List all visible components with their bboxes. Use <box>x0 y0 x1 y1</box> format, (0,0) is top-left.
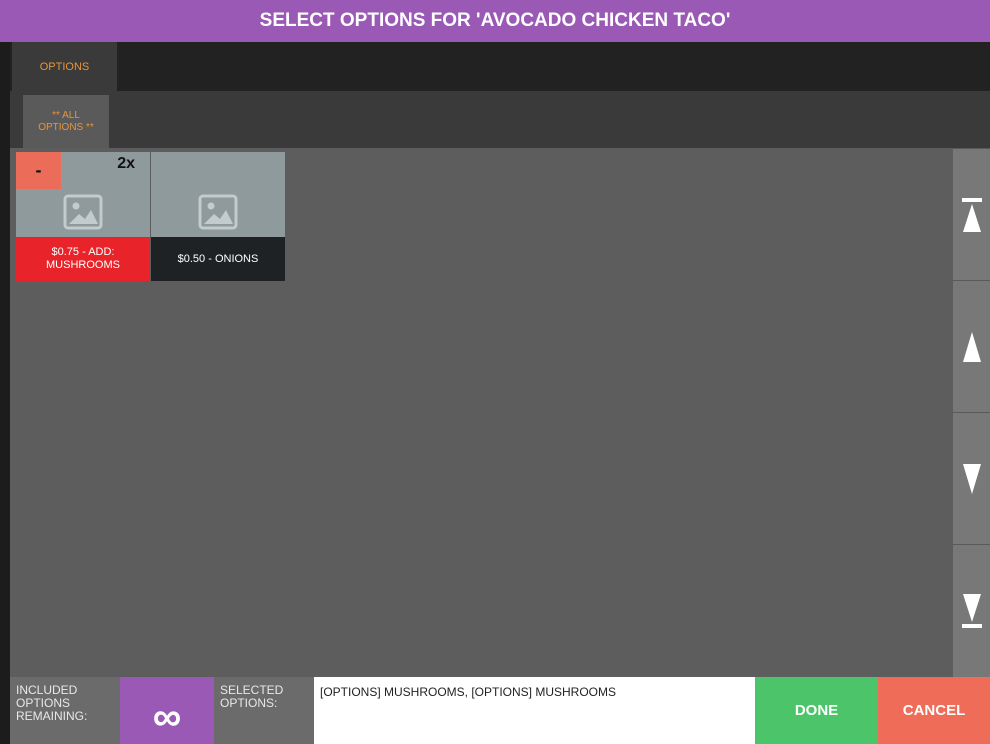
decrease-quantity-button[interactable]: - <box>16 152 61 189</box>
subtab-all-options[interactable]: ** ALL OPTIONS ** <box>23 95 109 148</box>
done-button[interactable]: DONE <box>755 677 878 744</box>
option-card-mushrooms[interactable]: - 2x $0.75 - ADD: MUSHROOMS <box>16 152 150 281</box>
scroll-to-bottom-button[interactable] <box>953 544 990 677</box>
dialog-title: SELECT OPTIONS FOR 'AVOCADO CHICKEN TACO… <box>0 0 990 42</box>
cancel-button[interactable]: CANCEL <box>878 677 990 744</box>
category-tab-bar: OPTIONS <box>10 42 990 91</box>
tab-options[interactable]: OPTIONS <box>12 42 117 91</box>
image-placeholder-icon <box>63 194 103 230</box>
options-grid: - 2x $0.75 - ADD: MUSHROOMS $0.50 - ONIO… <box>10 148 953 677</box>
option-caption: $0.50 - ONIONS <box>151 237 285 281</box>
scroll-to-top-icon <box>961 197 982 232</box>
scroll-down-icon <box>962 463 981 494</box>
quantity-badge: 2x <box>117 155 135 172</box>
scroll-up-button[interactable] <box>953 280 990 412</box>
image-placeholder-icon <box>198 194 238 230</box>
scroll-up-icon <box>962 331 981 362</box>
subcategory-tab-bar: ** ALL OPTIONS ** <box>10 91 990 148</box>
selected-options-display: [OPTIONS] MUSHROOMS, [OPTIONS] MUSHROOMS <box>314 677 755 744</box>
footer-bar: INCLUDED OPTIONS REMAINING: ∞ SELECTED O… <box>10 677 990 744</box>
included-options-label: INCLUDED OPTIONS REMAINING: <box>10 677 120 744</box>
scroll-down-button[interactable] <box>953 412 990 544</box>
scroll-controls <box>953 148 990 677</box>
left-frame-border <box>0 42 10 744</box>
included-options-count: ∞ <box>120 677 214 744</box>
selected-options-label: SELECTED OPTIONS: <box>214 677 314 744</box>
option-card-onions[interactable]: $0.50 - ONIONS <box>151 152 285 281</box>
scroll-to-bottom-icon <box>961 594 982 628</box>
option-caption: $0.75 - ADD: MUSHROOMS <box>16 237 150 281</box>
scroll-to-top-button[interactable] <box>953 148 990 280</box>
